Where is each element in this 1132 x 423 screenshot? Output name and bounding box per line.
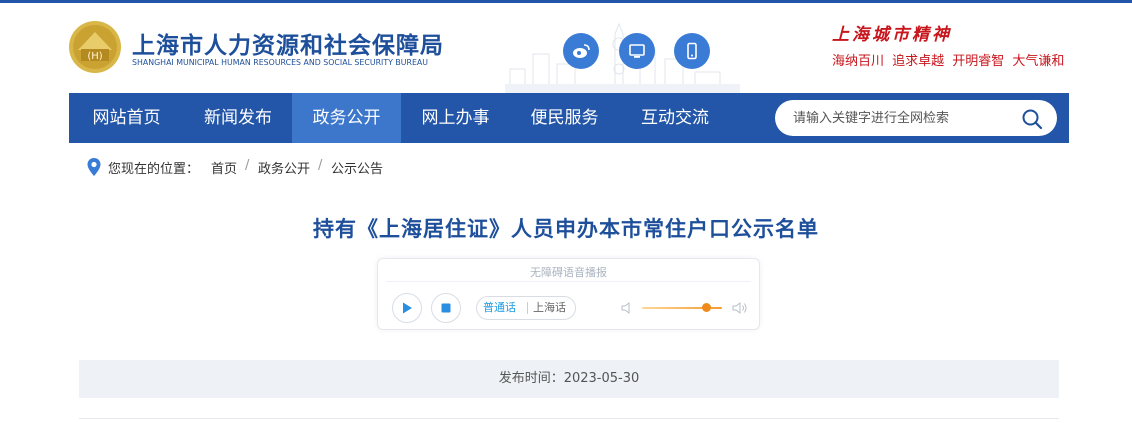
breadcrumb-home-link[interactable]: 首页 bbox=[211, 158, 237, 177]
breadcrumb-gov-affairs-link[interactable]: 政务公开 bbox=[258, 158, 310, 177]
mobile-site-button[interactable] bbox=[674, 33, 710, 69]
breadcrumb-notice-link[interactable]: 公示公告 bbox=[331, 158, 383, 177]
search-box bbox=[775, 100, 1057, 136]
search-icon[interactable] bbox=[1021, 108, 1043, 130]
nav-item-gov-affairs[interactable]: 政务公开 bbox=[292, 93, 401, 143]
player-divider bbox=[386, 281, 751, 282]
publish-date: 2023-05-30 bbox=[563, 371, 640, 386]
desktop-site-button[interactable] bbox=[619, 33, 655, 69]
play-icon bbox=[403, 302, 412, 314]
weibo-icon bbox=[573, 44, 590, 58]
dialect-selector: 普通话 上海话 bbox=[476, 296, 576, 320]
bureau-emblem-icon: (H) bbox=[69, 21, 121, 73]
top-accent-line bbox=[0, 0, 1132, 3]
nav-item-news[interactable]: 新闻发布 bbox=[184, 93, 292, 143]
city-spirit-slogan: 海纳百川 追求卓越 开明睿智 大气谦和 bbox=[832, 54, 1065, 69]
main-nav: 网站首页 新闻发布 政务公开 网上办事 便民服务 互动交流 bbox=[69, 93, 1069, 143]
play-button[interactable] bbox=[392, 293, 422, 323]
site-subtitle: SHANGHAI MUNICIPAL HUMAN RESOURCES AND S… bbox=[132, 58, 429, 67]
dialect-divider bbox=[527, 302, 528, 314]
breadcrumb-label: 您现在的位置： bbox=[108, 162, 200, 177]
article-title: 持有《上海居住证》人员申办本市常住户口公示名单 bbox=[313, 217, 819, 241]
volume-slider-handle[interactable] bbox=[701, 303, 711, 312]
audio-player-label: 无障碍语音播报 bbox=[530, 266, 607, 279]
volume-down-icon[interactable] bbox=[621, 301, 633, 315]
mobile-icon bbox=[687, 42, 697, 60]
stop-button[interactable] bbox=[431, 293, 461, 323]
location-pin-icon bbox=[87, 158, 101, 176]
desktop-icon bbox=[629, 44, 645, 58]
breadcrumb-separator: / bbox=[245, 158, 250, 173]
publish-time-label: 发布时间： bbox=[498, 371, 564, 386]
nav-item-public-services[interactable]: 便民服务 bbox=[510, 93, 619, 143]
mandarin-option[interactable]: 普通话 bbox=[483, 297, 516, 319]
shanghainese-option[interactable]: 上海话 bbox=[533, 297, 566, 319]
stop-icon bbox=[441, 303, 451, 313]
site-title[interactable]: 上海市人力资源和社会保障局 bbox=[132, 26, 444, 60]
city-spirit-title: 上海城市精神 bbox=[832, 25, 952, 45]
content-divider bbox=[79, 418, 1059, 419]
nav-item-online-services[interactable]: 网上办事 bbox=[401, 93, 510, 143]
weibo-button[interactable] bbox=[563, 33, 599, 69]
publish-info-bar: 发布时间：2023-05-30 bbox=[79, 360, 1059, 398]
nav-item-home[interactable]: 网站首页 bbox=[69, 93, 184, 143]
accessibility-audio-player: 无障碍语音播报 普通话 上海话 bbox=[377, 258, 760, 330]
volume-up-icon[interactable] bbox=[732, 300, 748, 316]
emblem-text: (H) bbox=[87, 51, 102, 62]
search-input[interactable] bbox=[793, 100, 1013, 136]
nav-item-interaction[interactable]: 互动交流 bbox=[619, 93, 731, 143]
breadcrumb-separator: / bbox=[318, 158, 323, 173]
